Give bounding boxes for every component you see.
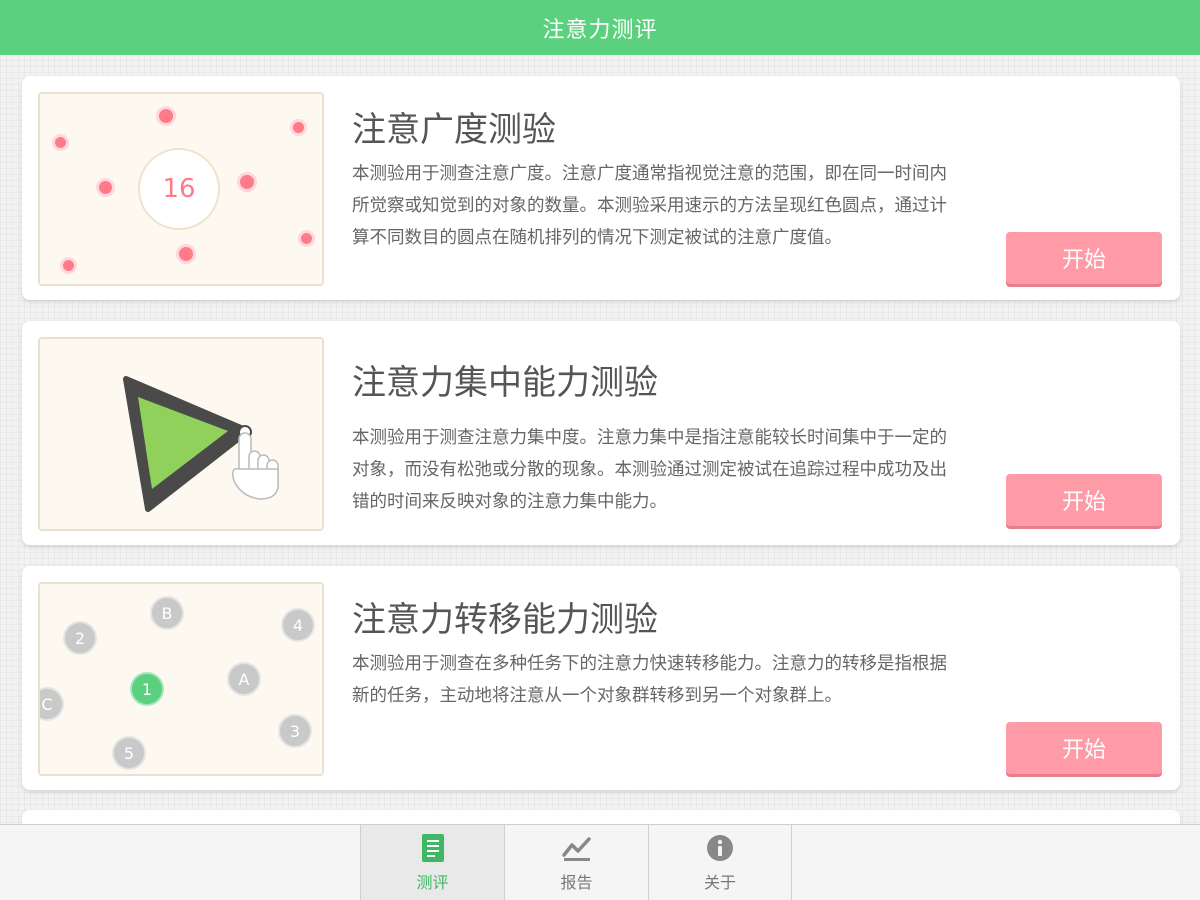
red-dot bbox=[237, 172, 257, 192]
tab-report[interactable]: 报告 bbox=[504, 825, 648, 900]
card-description: 本测验用于测查注意广度。注意广度通常指视觉注意的范围，即在同一时间内所觉察或知觉… bbox=[352, 164, 947, 248]
hand-pointer-icon bbox=[232, 432, 279, 500]
tab-label: 关于 bbox=[703, 873, 736, 892]
start-button[interactable]: 开始 bbox=[1006, 722, 1162, 774]
ball-3: 3 bbox=[278, 714, 312, 748]
tab-label: 报告 bbox=[560, 873, 593, 892]
card-description: 本测验用于测查在多种任务下的注意力快速转移能力。注意力的转移是指根据新的任务，主… bbox=[352, 654, 947, 706]
attention-shift-preview: B 2 4 A 1 C 3 5 bbox=[38, 582, 324, 776]
ball-a: A bbox=[227, 662, 261, 696]
start-button[interactable]: 开始 bbox=[1006, 474, 1162, 526]
triangle-tracking-illustration bbox=[123, 376, 279, 512]
card-title: 注意广度测验 bbox=[352, 110, 556, 150]
ball-b: B bbox=[150, 596, 184, 630]
count-circle: 16 bbox=[138, 148, 220, 230]
card-title: 注意力转移能力测验 bbox=[352, 600, 658, 640]
bottom-tab-bar: 测评 报告 关于 bbox=[0, 824, 1200, 900]
tab-assessment[interactable]: 测评 bbox=[360, 825, 504, 900]
red-dot bbox=[176, 244, 196, 264]
red-dot bbox=[60, 257, 77, 274]
ball-2: 2 bbox=[63, 621, 97, 655]
page-title: 注意力测评 bbox=[542, 17, 658, 43]
info-icon bbox=[707, 835, 733, 861]
document-icon bbox=[421, 834, 444, 862]
test-card-attention-span: 16 注意广度测验 本测验用于测查注意广度。注意广度通常指视觉注意的范围，即在同… bbox=[22, 76, 1180, 300]
test-card-attention-shift: B 2 4 A 1 C 3 5 注意力转移能力测验 本测验用于测查在多种任务下的… bbox=[22, 566, 1180, 790]
ball-1: 1 bbox=[130, 672, 164, 706]
preview-count: 16 bbox=[162, 174, 196, 204]
start-button[interactable]: 开始 bbox=[1006, 232, 1162, 284]
test-card-concentration: 注意力集中能力测验 本测验用于测查注意力集中度。注意力集中是指注意能较长时间集中… bbox=[22, 321, 1180, 545]
red-dot bbox=[298, 230, 315, 247]
card-description: 本测验用于测查注意力集中度。注意力集中是指注意能较长时间集中于一定的对象，而没有… bbox=[352, 428, 947, 512]
red-dot bbox=[156, 106, 176, 126]
top-bar: 注意力测评 bbox=[0, 0, 1200, 55]
tab-label: 测评 bbox=[416, 873, 449, 892]
card-title: 注意力集中能力测验 bbox=[352, 363, 658, 403]
attention-span-preview: 16 bbox=[38, 92, 324, 286]
chart-icon bbox=[561, 837, 591, 861]
tab-about[interactable]: 关于 bbox=[648, 825, 792, 900]
ball-5: 5 bbox=[112, 736, 146, 770]
red-dot bbox=[52, 134, 69, 151]
red-dot bbox=[96, 178, 115, 197]
red-dot bbox=[290, 119, 307, 136]
concentration-preview bbox=[38, 337, 324, 531]
ball-c: C bbox=[40, 687, 64, 721]
ball-4: 4 bbox=[281, 608, 315, 642]
